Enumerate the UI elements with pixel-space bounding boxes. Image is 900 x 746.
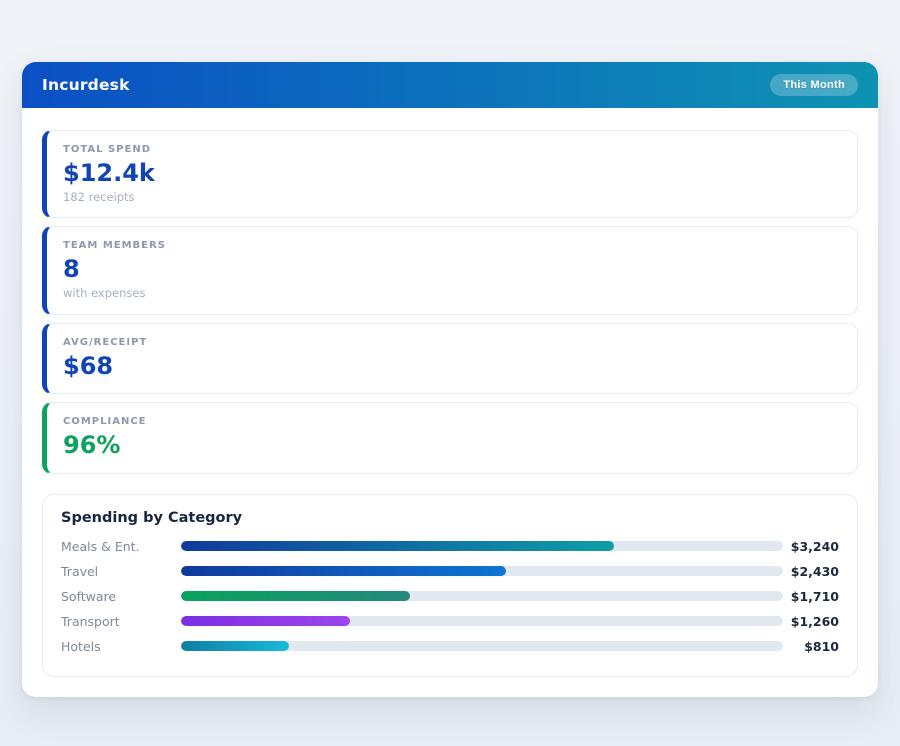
category-row: Meals & Ent. $3,240 (61, 534, 839, 559)
category-value: $810 (783, 639, 839, 654)
bar-track (181, 541, 783, 551)
category-value: $1,710 (783, 589, 839, 604)
panel-body: TOTAL SPEND $12.4k 182 receipts TEAM MEM… (22, 108, 878, 697)
stat-value: 8 (63, 256, 841, 284)
spending-chart-card: Spending by Category Meals & Ent. $3,240 T… (42, 494, 858, 677)
category-row: Transport $1,260 (61, 609, 839, 634)
category-row: Hotels $810 (61, 634, 839, 659)
stat-card-compliance: COMPLIANCE 96% (42, 402, 858, 474)
bar-fill (181, 616, 350, 626)
stat-card-team-members: TEAM MEMBERS 8 with expenses (42, 226, 858, 314)
stat-value: $12.4k (63, 160, 841, 188)
bar-track (181, 591, 783, 601)
bar-track (181, 641, 783, 651)
stat-value: 96% (63, 432, 841, 460)
category-label: Hotels (61, 639, 181, 654)
bar-fill (181, 591, 410, 601)
dashboard-panel: Incurdesk This Month TOTAL SPEND $12.4k … (22, 62, 878, 697)
category-value: $1,260 (783, 614, 839, 629)
bar-fill (181, 541, 614, 551)
category-value: $2,430 (783, 564, 839, 579)
stat-card-avg-receipt: AVG/RECEIPT $68 (42, 323, 858, 395)
category-label: Transport (61, 614, 181, 629)
bar-fill (181, 641, 289, 651)
stat-label: TOTAL SPEND (63, 144, 841, 155)
stat-label: TEAM MEMBERS (63, 240, 841, 251)
period-badge[interactable]: This Month (770, 74, 858, 96)
bar-track (181, 566, 783, 576)
stats-list: TOTAL SPEND $12.4k 182 receipts TEAM MEM… (42, 130, 858, 474)
bar-fill (181, 566, 506, 576)
category-row: Travel $2,430 (61, 559, 839, 584)
stat-label: AVG/RECEIPT (63, 337, 841, 348)
stat-label: COMPLIANCE (63, 416, 841, 427)
category-label: Travel (61, 564, 181, 579)
panel-header: Incurdesk This Month (22, 62, 878, 108)
category-row: Software $1,710 (61, 584, 839, 609)
stat-value: $68 (63, 353, 841, 381)
chart-rows: Meals & Ent. $3,240 Travel $2,430 Software $1… (61, 534, 839, 659)
stat-subtitle: 182 receipts (63, 191, 841, 205)
stat-card-total-spend: TOTAL SPEND $12.4k 182 receipts (42, 130, 858, 218)
app-title: Incurdesk (42, 76, 130, 94)
chart-title: Spending by Category (61, 510, 839, 526)
bar-track (181, 616, 783, 626)
category-label: Software (61, 589, 181, 604)
stat-subtitle: with expenses (63, 287, 841, 301)
category-label: Meals & Ent. (61, 539, 181, 554)
category-value: $3,240 (783, 539, 839, 554)
